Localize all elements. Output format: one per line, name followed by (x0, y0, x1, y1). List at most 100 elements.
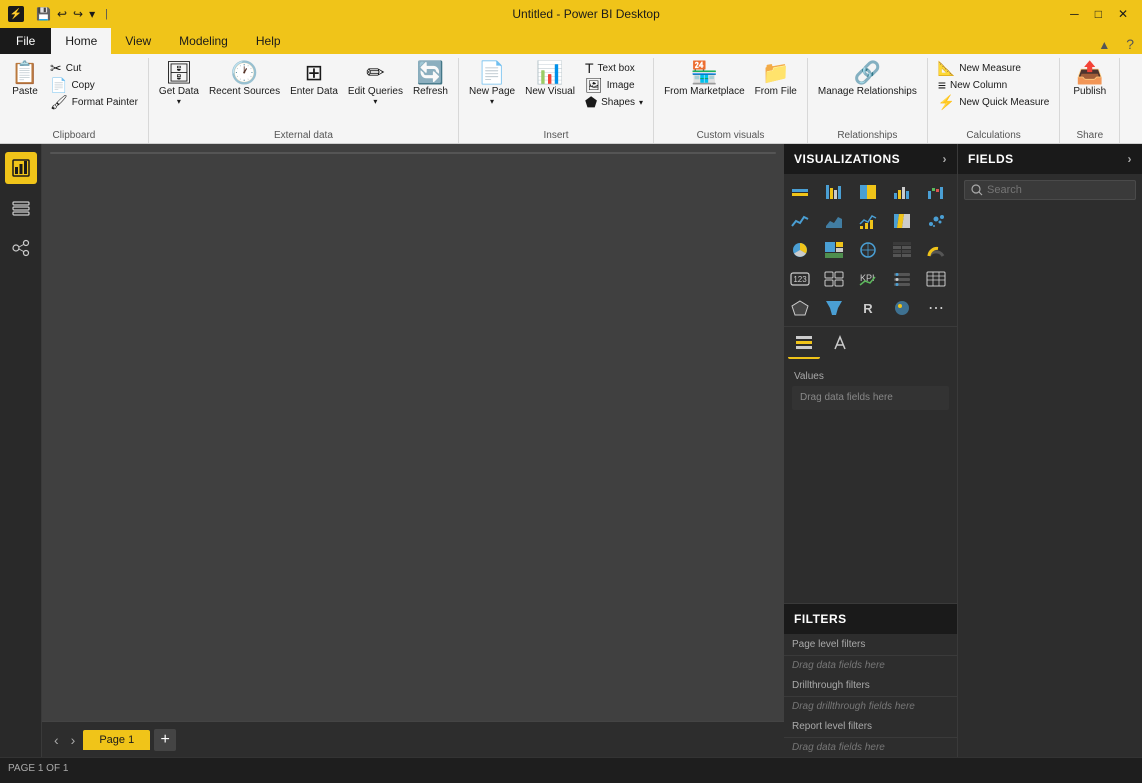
fields-title: FIELDS (968, 152, 1014, 166)
app-icon (8, 6, 24, 22)
viz-r-script[interactable]: R (854, 294, 882, 322)
format-painter-icon: 🖌 (50, 95, 68, 109)
viz-funnel[interactable] (820, 294, 848, 322)
tab-view[interactable]: View (111, 28, 165, 54)
new-quick-measure-button[interactable]: ⚡ New Quick Measure (934, 94, 1053, 110)
tab-home[interactable]: Home (51, 28, 111, 54)
viz-shape-map[interactable] (786, 294, 814, 322)
recent-sources-button[interactable]: 🕐 Recent Sources (205, 60, 284, 99)
viz-clustered-bar[interactable] (820, 178, 848, 206)
viz-scatter[interactable] (922, 207, 950, 235)
viz-matrix[interactable] (888, 236, 916, 264)
close-button[interactable]: ✕ (1112, 5, 1134, 23)
window-title: Untitled - Power BI Desktop (108, 7, 1064, 21)
qa-redo[interactable]: ↪ (71, 5, 85, 23)
viz-area[interactable] (820, 207, 848, 235)
report-level-filters-drop[interactable]: Drag data fields here (784, 738, 957, 757)
manage-relationships-icon: 🔗 (854, 62, 881, 84)
cut-button[interactable]: ✂ Cut (46, 60, 142, 76)
custom-visuals-label: Custom visuals (697, 128, 765, 141)
viz-line[interactable] (786, 207, 814, 235)
right-panel: VISUALIZATIONS › (784, 144, 1142, 757)
add-page-button[interactable]: + (154, 729, 176, 751)
drillthrough-filters-drop[interactable]: Drag drillthrough fields here (784, 697, 957, 716)
from-file-button[interactable]: 📁 From File (751, 60, 801, 99)
page-tab-1[interactable]: Page 1 (83, 730, 150, 750)
search-icon (971, 184, 983, 196)
copy-button[interactable]: 📄 Copy (46, 77, 142, 93)
values-label: Values (788, 367, 953, 384)
qa-dropdown[interactable]: ▾ (87, 5, 97, 23)
format-painter-button[interactable]: 🖌 Format Painter (46, 94, 142, 110)
ribbon-content: 📋 Paste ✂ Cut 📄 Copy 🖌 Format Painter Cl… (0, 54, 1142, 144)
page-tab-next[interactable]: › (67, 730, 80, 750)
values-drop-zone[interactable]: Drag data fields here (792, 386, 949, 410)
share-label: Share (1076, 128, 1103, 141)
from-marketplace-button[interactable]: 🏪 From Marketplace (660, 60, 749, 99)
viz-multi-row-card[interactable] (820, 265, 848, 293)
viz-gauge[interactable] (922, 236, 950, 264)
viz-pie[interactable] (786, 236, 814, 264)
status-text: PAGE 1 OF 1 (8, 763, 68, 774)
viz-table[interactable] (922, 265, 950, 293)
report-canvas[interactable] (50, 152, 776, 154)
copy-icon: 📄 (50, 78, 67, 92)
viz-stacked-bar[interactable] (786, 178, 814, 206)
report-level-filters-label: Report level filters (784, 716, 957, 738)
viz-treemap[interactable] (820, 236, 848, 264)
fields-header: FIELDS › (958, 144, 1142, 174)
page-tab-prev[interactable]: ‹ (50, 730, 63, 750)
new-measure-button[interactable]: 📐 New Measure (934, 60, 1053, 76)
viz-100pct-bar[interactable] (854, 178, 882, 206)
image-button[interactable]: 🖼 Image (581, 77, 647, 93)
new-visual-button[interactable]: 📊 New Visual (521, 60, 579, 99)
tab-help[interactable]: Help (242, 28, 295, 54)
help-button[interactable]: ? (1118, 34, 1142, 54)
viz-tab-fields[interactable] (788, 331, 820, 359)
viz-line-clustered[interactable] (854, 207, 882, 235)
sidebar-item-data[interactable] (5, 192, 37, 224)
visualizations-chevron[interactable]: › (943, 152, 948, 166)
text-box-button[interactable]: T Text box (581, 60, 647, 76)
viz-slicer[interactable] (888, 265, 916, 293)
external-data-label: External data (274, 128, 333, 141)
viz-kpi[interactable]: KPI (854, 265, 882, 293)
main-area: ‹ › Page 1 + VISUALIZATIONS › (0, 144, 1142, 757)
enter-data-button[interactable]: ⊞ Enter Data (286, 60, 342, 99)
page-level-filters-drop[interactable]: Drag data fields here (784, 656, 957, 675)
tab-file[interactable]: File (0, 28, 51, 54)
minimize-button[interactable]: ─ (1064, 5, 1085, 23)
viz-card[interactable]: 123 (786, 265, 814, 293)
qa-undo[interactable]: ↩ (55, 5, 69, 23)
viz-waterfall[interactable] (922, 178, 950, 206)
text-box-icon: T (585, 61, 594, 75)
sidebar-item-relationships[interactable] (5, 232, 37, 264)
qa-save[interactable]: 💾 (34, 5, 53, 23)
sidebar-item-report[interactable] (5, 152, 37, 184)
viz-more-visuals[interactable]: ⋯ (922, 294, 950, 322)
quick-access-toolbar: 💾 ↩ ↪ ▾ | (34, 5, 108, 23)
edit-queries-button[interactable]: ✏ Edit Queries ▾ (344, 60, 407, 108)
get-data-button[interactable]: 🗄 Get Data ▾ (155, 60, 203, 108)
maximize-button[interactable]: □ (1089, 5, 1108, 23)
new-column-button[interactable]: ≡ New Column (934, 77, 1053, 93)
paste-button[interactable]: 📋 Paste (6, 60, 44, 99)
fields-chevron[interactable]: › (1128, 152, 1133, 166)
refresh-button[interactable]: 🔄 Refresh (409, 60, 452, 99)
viz-ribbon[interactable] (888, 207, 916, 235)
viz-map[interactable] (854, 236, 882, 264)
publish-button[interactable]: 📤 Publish (1069, 60, 1110, 99)
viz-clustered-column[interactable] (888, 178, 916, 206)
ribbon-collapse-button[interactable]: ▲ (1090, 36, 1118, 54)
tab-modeling[interactable]: Modeling (165, 28, 242, 54)
manage-relationships-button[interactable]: 🔗 Manage Relationships (814, 60, 921, 99)
fields-search-input[interactable] (987, 184, 1129, 196)
relationships-label: Relationships (837, 128, 897, 141)
refresh-icon: 🔄 (417, 62, 444, 84)
new-page-button[interactable]: 📄 New Page ▾ (465, 60, 519, 108)
shapes-button[interactable]: ⬟ Shapes ▾ (581, 94, 647, 110)
from-file-icon: 📁 (762, 62, 789, 84)
viz-filled-map[interactable] (888, 294, 916, 322)
viz-fields-area: Values Drag data fields here (784, 363, 957, 603)
viz-tab-format[interactable] (824, 331, 856, 359)
